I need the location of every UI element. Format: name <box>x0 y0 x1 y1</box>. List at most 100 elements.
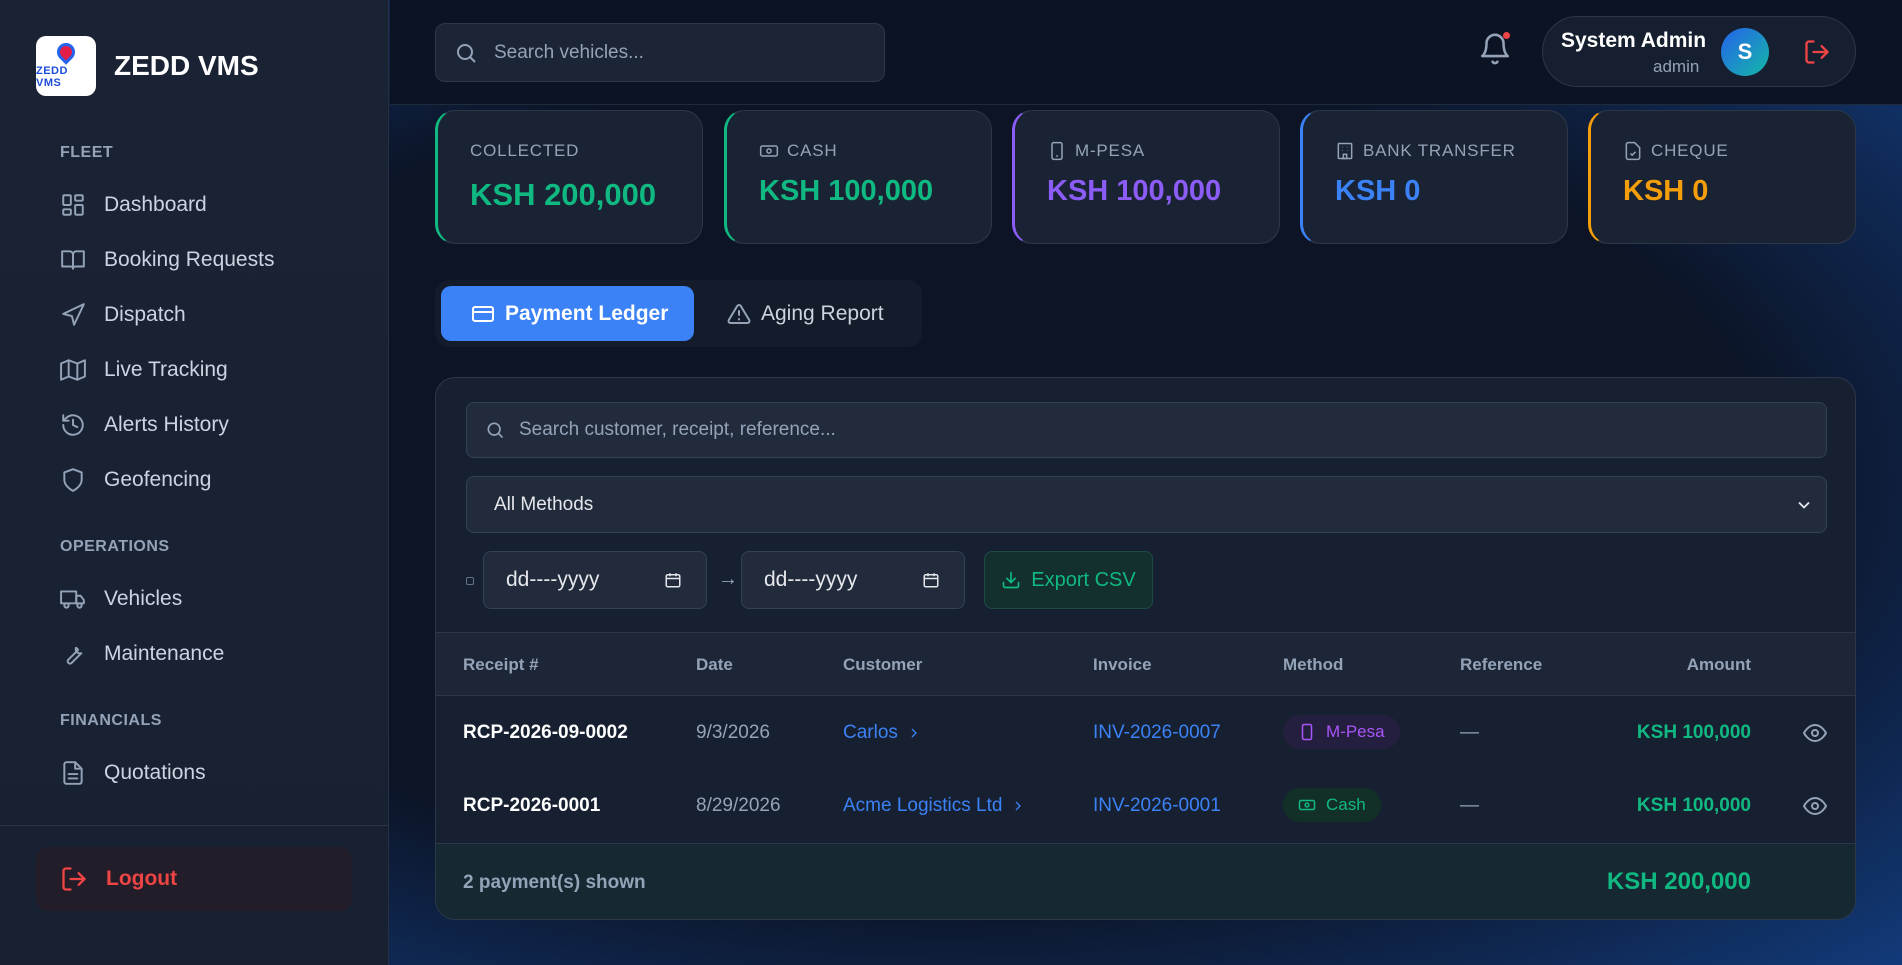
vehicle-search[interactable] <box>435 23 885 82</box>
date-from-input[interactable]: dd----yyyy <box>483 551 707 609</box>
tab-payment-ledger[interactable]: Payment Ledger <box>441 286 694 341</box>
logout-icon <box>1805 40 1829 64</box>
stat-value: KSH 0 <box>1623 175 1709 207</box>
sidebar-item-label: Geofencing <box>104 468 212 491</box>
payment-date: 8/29/2026 <box>696 795 781 816</box>
eye-icon <box>1802 796 1828 816</box>
reference: — <box>1460 795 1479 816</box>
section-operations: OPERATIONS <box>60 538 170 555</box>
sidebar-item-quotations[interactable]: Quotations <box>60 758 206 788</box>
method-badge: Cash <box>1283 788 1381 822</box>
phone-icon <box>1051 141 1063 161</box>
chevron-right-icon <box>1015 801 1022 811</box>
stat-label: CHEQUE <box>1623 141 1729 161</box>
sidebar-item-alerts-history[interactable]: Alerts History <box>60 410 229 440</box>
column-header[interactable]: Customer <box>843 655 922 675</box>
export-csv-button[interactable]: Export CSV <box>984 551 1153 609</box>
payment-ledger-panel: All Methods dd----yyyy → dd----yyyy Expo… <box>435 377 1856 920</box>
sidebar-item-booking-requests[interactable]: Booking Requests <box>60 245 274 275</box>
chevron-down-icon <box>1798 501 1810 509</box>
tab-label: Payment Ledger <box>505 301 669 325</box>
date-from-value: dd----yyyy <box>506 568 600 591</box>
column-header[interactable]: Reference <box>1460 655 1542 675</box>
notifications-button[interactable] <box>1478 32 1512 66</box>
table-row[interactable]: RCP-2026-09-0002 9/3/2026 Carlos INV-202… <box>436 697 1855 770</box>
date-to-input[interactable]: dd----yyyy <box>741 551 965 609</box>
sidebar-item-label: Maintenance <box>104 642 225 665</box>
sidebar-item-label: Booking Requests <box>104 248 275 271</box>
search-icon <box>487 422 504 439</box>
view-button[interactable] <box>1802 794 1828 824</box>
brand-logo-text: ZEDD VMS <box>36 65 68 89</box>
user-role: admin <box>1653 57 1700 76</box>
receipt-number: RCP-2026-0001 <box>463 795 601 816</box>
date-range-arrow: → <box>718 568 738 590</box>
column-header[interactable]: Amount <box>1687 655 1751 675</box>
book-icon <box>61 250 85 270</box>
calendar-icon[interactable] <box>664 571 682 589</box>
invoice-link[interactable]: INV-2026-0007 <box>1093 722 1221 744</box>
cash-icon <box>1298 799 1316 811</box>
tab-bar: Payment Ledger Aging Report <box>435 280 922 347</box>
stat-label-text: M-PESA <box>1075 141 1145 160</box>
stat-label: M-PESA <box>1047 141 1145 161</box>
brand[interactable]: ZEDD VMS ZEDD VMS <box>36 36 259 96</box>
table-footer: 2 payment(s) shown KSH 200,000 <box>436 843 1855 919</box>
user-name: System Admin <box>1561 29 1707 52</box>
sidebar-item-vehicles[interactable]: Vehicles <box>60 584 182 614</box>
map-icon <box>60 359 86 381</box>
table-header: Receipt # Date Customer Invoice Method R… <box>436 632 1855 696</box>
download-icon <box>1002 571 1020 589</box>
reference: — <box>1460 722 1479 743</box>
stat-value: KSH 100,000 <box>1047 175 1222 207</box>
column-header[interactable]: Receipt # <box>463 655 539 675</box>
sidebar-item-label: Vehicles <box>104 587 183 610</box>
column-header[interactable]: Date <box>696 655 733 675</box>
sidebar-divider <box>0 825 389 826</box>
method-badge: M-Pesa <box>1283 715 1400 749</box>
tab-aging-report[interactable]: Aging Report <box>727 286 884 341</box>
view-button[interactable] <box>1802 721 1828 751</box>
document-icon <box>63 761 83 785</box>
ledger-search-input[interactable] <box>519 419 1719 441</box>
sidebar-item-maintenance[interactable]: Maintenance <box>60 639 224 669</box>
sidebar-item-label: Dashboard <box>104 193 207 216</box>
stat-card-cash: CASH KSH 100,000 <box>724 110 992 244</box>
avatar[interactable]: S <box>1721 28 1769 76</box>
customer-link[interactable]: Carlos <box>843 722 922 744</box>
brand-name: ZEDD VMS <box>114 50 259 81</box>
customer-name: Carlos <box>843 722 898 743</box>
column-header[interactable]: Method <box>1283 655 1343 675</box>
stat-value: KSH 200,000 <box>470 177 657 212</box>
stat-label: CASH <box>759 141 837 161</box>
table-row[interactable]: RCP-2026-0001 8/29/2026 Acme Logistics L… <box>436 770 1855 843</box>
cheque-icon <box>1625 141 1641 161</box>
payment-count: 2 payment(s) shown <box>463 872 646 893</box>
section-fleet: FLEET <box>60 144 114 161</box>
method-label: Cash <box>1326 795 1366 814</box>
sidebar-item-dashboard[interactable]: Dashboard <box>60 190 207 220</box>
search-icon <box>457 43 476 63</box>
receipt-number: RCP-2026-09-0002 <box>463 722 628 743</box>
method-select[interactable]: All Methods <box>466 476 1827 533</box>
sidebar-item-dispatch[interactable]: Dispatch <box>60 300 186 330</box>
sidebar-item-geofencing[interactable]: Geofencing <box>60 465 211 495</box>
user-menu[interactable]: System Admin admin S <box>1542 16 1856 87</box>
logout-button[interactable]: Logout <box>36 847 352 911</box>
ledger-search[interactable] <box>466 402 1827 458</box>
customer-name: Acme Logistics Ltd <box>843 795 1003 816</box>
tab-label: Aging Report <box>761 301 884 325</box>
calendar-icon[interactable] <box>922 571 940 589</box>
column-header[interactable]: Invoice <box>1093 655 1152 675</box>
vehicle-search-input[interactable] <box>494 41 854 64</box>
stat-label-text: CASH <box>787 141 838 160</box>
chevron-right-icon <box>911 728 917 738</box>
method-label: M-Pesa <box>1326 722 1385 741</box>
amount: KSH 100,000 <box>1636 722 1751 743</box>
topbar-logout-button[interactable] <box>1803 38 1831 71</box>
payment-date: 9/3/2026 <box>696 722 770 743</box>
payment-total: KSH 200,000 <box>1606 868 1751 895</box>
sidebar-item-live-tracking[interactable]: Live Tracking <box>60 355 228 385</box>
customer-link[interactable]: Acme Logistics Ltd <box>843 795 1026 817</box>
invoice-link[interactable]: INV-2026-0001 <box>1093 795 1221 817</box>
